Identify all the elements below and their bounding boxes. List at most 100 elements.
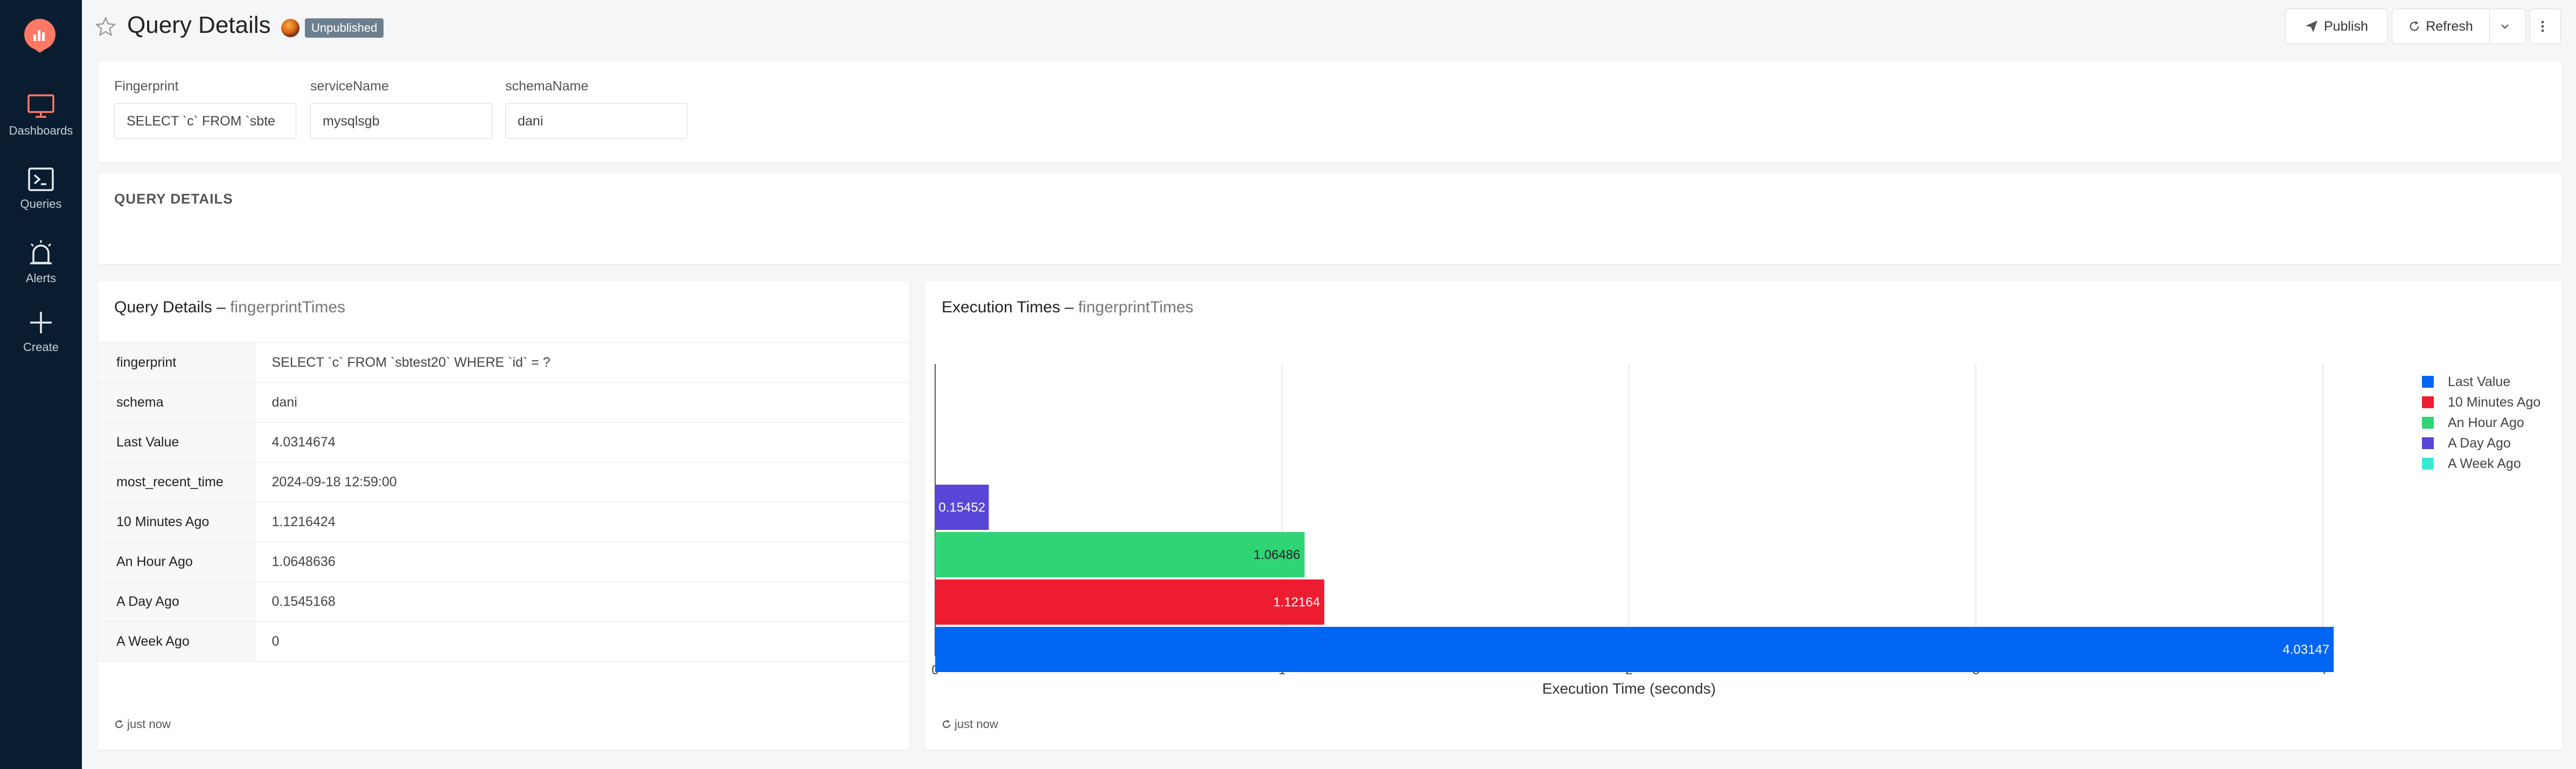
legend-swatch — [2422, 458, 2434, 470]
details-refresh-status[interactable]: just now — [114, 717, 171, 731]
sidebar-item-queries[interactable]: Queries — [0, 167, 82, 211]
legend-label: 10 Minutes Ago — [2448, 394, 2541, 410]
table-row: Last Value 4.0314674 — [98, 422, 909, 463]
row-key: An Hour Ago — [98, 542, 255, 582]
row-value: dani — [254, 382, 909, 423]
publish-button[interactable]: Publish — [2285, 9, 2387, 44]
bar[interactable] — [935, 532, 1305, 577]
legend-item[interactable]: 10 Minutes Ago — [2422, 392, 2540, 413]
row-value: 4.0314674 — [254, 422, 909, 463]
fingerprint-label: Fingerprint — [114, 79, 179, 94]
schema-name-input[interactable] — [505, 103, 687, 139]
service-name-label: serviceName — [310, 79, 389, 94]
avatar — [281, 19, 300, 37]
fingerprint-input[interactable] — [114, 103, 296, 139]
row-value: SELECT `c` FROM `sbtest20` WHERE `id` = … — [254, 342, 909, 383]
row-key: A Week Ago — [98, 621, 255, 662]
row-key: schema — [98, 382, 255, 423]
refresh-icon — [943, 719, 951, 728]
query-details-card-title[interactable]: Query Details – fingerprintTimes — [114, 298, 345, 317]
title-separator: – — [1060, 298, 1078, 316]
row-key: 10 Minutes Ago — [98, 502, 255, 542]
legend-label: An Hour Ago — [2448, 415, 2524, 430]
sidebar: Dashboards Queries Alerts Create — [0, 0, 82, 769]
row-key: most_recent_time — [98, 462, 255, 502]
sidebar-item-dashboards[interactable]: Dashboards — [0, 94, 82, 138]
bar-data-label: 1.06486 — [1254, 548, 1300, 562]
bar-data-label: 1.12164 — [1273, 595, 1320, 610]
row-value: 1.1216424 — [254, 502, 909, 542]
alarm-icon — [30, 240, 52, 264]
chart-legend: Last Value 10 Minutes Ago An Hour Ago A Day… — [2422, 372, 2540, 474]
card-subtitle: fingerprintTimes — [1078, 298, 1194, 316]
table-row: schema dani — [98, 382, 909, 423]
row-value: 1.0648636 — [254, 542, 909, 582]
sidebar-item-create[interactable]: Create — [0, 310, 82, 354]
refresh-button[interactable]: Refresh — [2392, 9, 2490, 44]
title-separator: – — [212, 298, 231, 316]
schema-name-label: schemaName — [505, 79, 589, 94]
section-textbox-card — [98, 173, 2562, 264]
card-title-text: Query Details — [114, 298, 212, 316]
legend-swatch — [2422, 417, 2434, 429]
bar[interactable] — [935, 579, 1325, 625]
sidebar-item-label: Queries — [20, 197, 62, 211]
table-row: fingerprint SELECT `c` FROM `sbtest20` WH… — [98, 342, 909, 383]
table-row: A Week Ago 0 — [98, 621, 909, 662]
table-row: 10 Minutes Ago 1.1216424 — [98, 502, 909, 542]
legend-swatch — [2422, 396, 2434, 408]
logo-icon[interactable] — [23, 18, 57, 53]
row-key: fingerprint — [98, 342, 255, 383]
legend-item[interactable]: A Week Ago — [2422, 453, 2540, 474]
bar-data-label: 0.15452 — [938, 500, 985, 515]
table-row: An Hour Ago 1.0648636 — [98, 542, 909, 582]
plus-icon — [30, 312, 52, 333]
card-title-text: Execution Times — [942, 298, 1061, 316]
row-value: 2024-09-18 12:59:00 — [254, 462, 909, 502]
table-row: A Day Ago 0.1545168 — [98, 582, 909, 622]
chevron-down-icon — [2501, 24, 2509, 29]
sidebar-item-label: Dashboards — [9, 124, 73, 137]
refresh-dropdown-button[interactable] — [2489, 9, 2526, 44]
sidebar-item-label: Create — [23, 340, 59, 354]
refresh-label: Refresh — [2426, 18, 2473, 34]
row-key: A Day Ago — [98, 582, 255, 622]
status-badge: Unpublished — [305, 18, 384, 38]
refresh-icon — [115, 719, 123, 728]
more-options-button[interactable] — [2530, 9, 2561, 44]
execution-times-chart: 012344.031471.121641.064860.15452Executi… — [931, 364, 2334, 697]
bar[interactable] — [935, 627, 2334, 672]
row-value: 0.1545168 — [254, 582, 909, 622]
terminal-icon — [28, 167, 54, 191]
legend-item[interactable]: A Day Ago — [2422, 433, 2540, 453]
legend-label: A Day Ago — [2448, 435, 2511, 451]
row-key: Last Value — [98, 422, 255, 463]
chart-refresh-status[interactable]: just now — [942, 717, 998, 731]
execution-times-card-title[interactable]: Execution Times – fingerprintTimes — [942, 298, 1193, 317]
sidebar-item-alerts[interactable]: Alerts — [0, 239, 82, 285]
favorite-star-icon[interactable] — [95, 16, 116, 38]
section-title: QUERY DETAILS — [114, 191, 233, 207]
row-value: 0 — [254, 621, 909, 662]
card-subtitle: fingerprintTimes — [230, 298, 346, 316]
updated-text: just now — [127, 717, 171, 731]
updated-text: just now — [955, 717, 998, 731]
legend-label: A Week Ago — [2448, 456, 2521, 471]
paper-plane-icon — [2306, 20, 2317, 32]
x-axis-title: Execution Time (seconds) — [1542, 680, 1716, 697]
refresh-icon — [2410, 20, 2419, 31]
monitor-icon — [27, 94, 54, 118]
service-name-input[interactable] — [310, 103, 492, 139]
page-title: Query Details — [127, 12, 271, 38]
publish-label: Publish — [2324, 18, 2368, 34]
legend-swatch — [2422, 376, 2434, 388]
legend-label: Last Value — [2448, 374, 2511, 389]
bar-data-label: 4.03147 — [2283, 642, 2330, 657]
legend-swatch — [2422, 437, 2434, 449]
legend-item[interactable]: Last Value — [2422, 372, 2540, 392]
table-row: most_recent_time 2024-09-18 12:59:00 — [98, 462, 909, 502]
sidebar-item-label: Alerts — [25, 271, 57, 285]
query-details-table: fingerprint SELECT `c` FROM `sbtest20` WH… — [98, 342, 909, 662]
vertical-ellipsis-icon — [2541, 20, 2544, 32]
legend-item[interactable]: An Hour Ago — [2422, 413, 2540, 433]
